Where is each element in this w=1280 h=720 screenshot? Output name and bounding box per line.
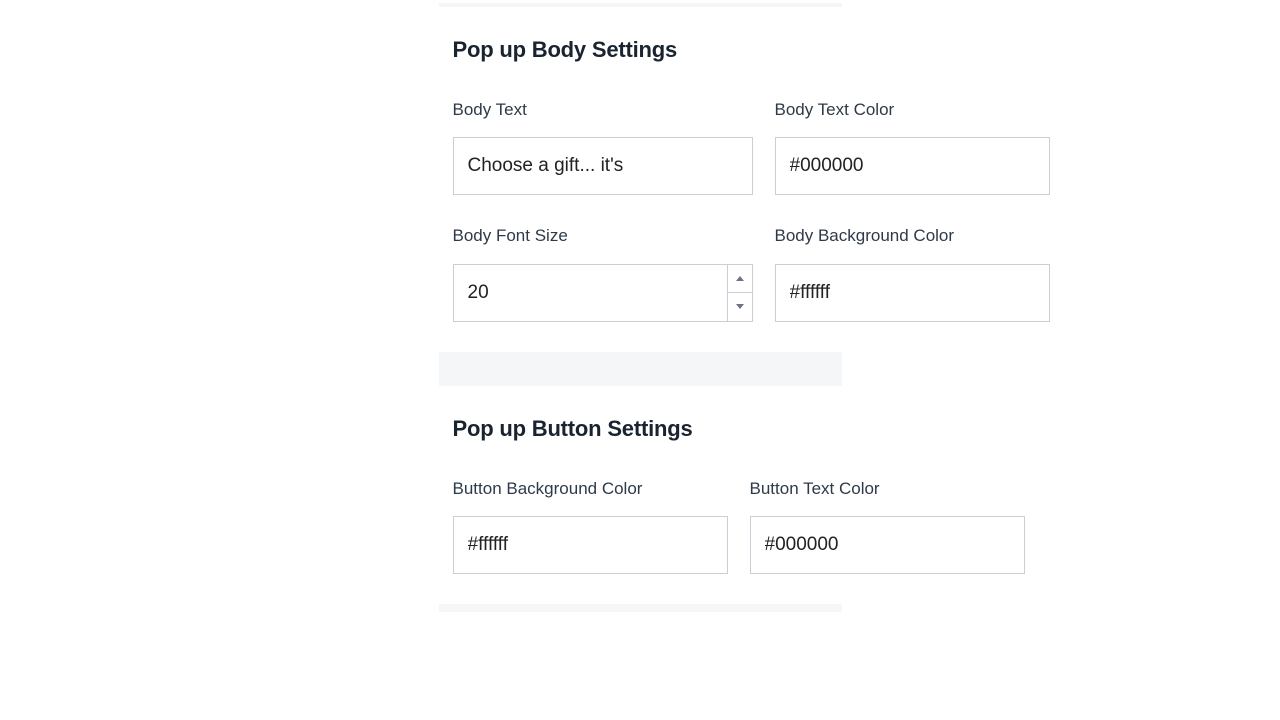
body-text-field: Body Text (453, 97, 753, 195)
body-text-input[interactable] (453, 137, 753, 195)
button-text-color-field: Button Text Color (750, 476, 1025, 574)
font-size-increase-button[interactable] (727, 264, 753, 293)
chevron-up-icon (736, 276, 744, 281)
chevron-down-icon (736, 304, 744, 309)
button-text-color-input[interactable] (750, 516, 1025, 574)
button-bg-color-field: Button Background Color (453, 476, 728, 574)
body-font-size-label: Body Font Size (453, 223, 753, 249)
body-bg-color-field: Body Background Color (775, 223, 1050, 321)
button-bg-color-label: Button Background Color (453, 476, 728, 502)
body-text-label: Body Text (453, 97, 753, 123)
button-settings-title: Pop up Button Settings (453, 416, 828, 442)
font-size-decrease-button[interactable] (727, 292, 753, 322)
body-text-color-field: Body Text Color (775, 97, 1050, 195)
button-bg-color-input[interactable] (453, 516, 728, 574)
body-font-size-input[interactable] (453, 264, 727, 322)
section-divider-bottom (439, 604, 842, 612)
button-text-color-label: Button Text Color (750, 476, 1025, 502)
body-text-color-label: Body Text Color (775, 97, 1050, 123)
body-bg-color-input[interactable] (775, 264, 1050, 322)
font-size-stepper (727, 264, 753, 322)
section-divider-middle (439, 352, 842, 386)
button-settings-section: Pop up Button Settings Button Background… (439, 386, 842, 604)
body-bg-color-label: Body Background Color (775, 223, 1050, 249)
body-settings-section: Pop up Body Settings Body Text Body Text… (439, 7, 842, 352)
body-text-color-input[interactable] (775, 137, 1050, 195)
body-font-size-field: Body Font Size (453, 223, 753, 321)
body-settings-title: Pop up Body Settings (453, 37, 828, 63)
